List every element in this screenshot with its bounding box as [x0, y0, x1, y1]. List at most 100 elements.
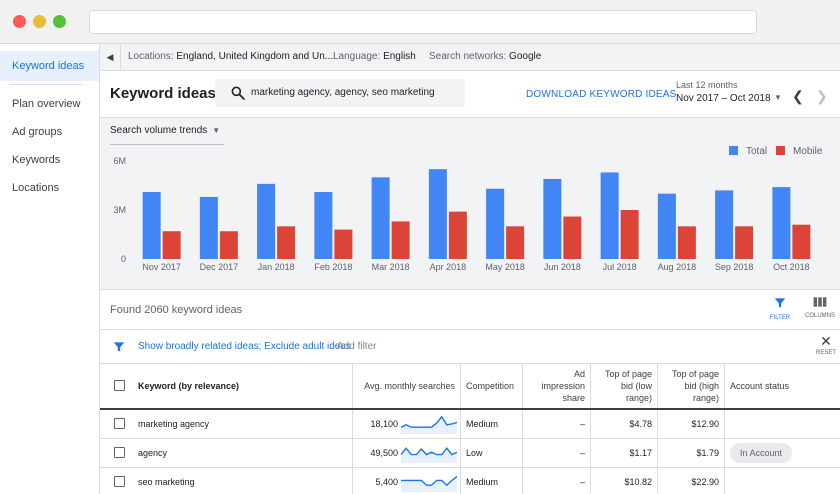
reset-filters-button[interactable]: ✕ RESET — [814, 334, 838, 356]
legend-item-total[interactable]: Total — [729, 146, 767, 157]
table-row[interactable]: marketing agency 18,100 Medium – $4.78 $… — [100, 410, 840, 439]
bar-mobile-apr-2018[interactable] — [448, 211, 467, 259]
trend-sparkline — [401, 415, 457, 434]
avg-searches-value: 49,500 — [370, 448, 398, 458]
x-tick-label: Aug 2018 — [658, 262, 697, 272]
account-status-cell — [725, 468, 840, 494]
bar-total-aug-2018[interactable] — [657, 193, 676, 259]
legend-item-mobile[interactable]: Mobile — [776, 146, 822, 157]
x-tick-label: Feb 2018 — [314, 262, 352, 272]
chart-metric-label: Search volume trends — [110, 125, 208, 136]
address-bar[interactable] — [89, 10, 757, 34]
bar-total-oct-2018[interactable] — [772, 187, 791, 259]
chevron-right-icon[interactable]: ❯ — [816, 88, 828, 105]
column-header-competition[interactable]: Competition — [461, 364, 523, 408]
filter-icon[interactable] — [112, 340, 126, 354]
filter-row: Show broadly related ideas; Exclude adul… — [100, 330, 840, 364]
chart-metric-select[interactable]: Search volume trends ▼ — [110, 125, 225, 145]
sidebar-item-keyword-ideas[interactable]: Keyword ideas — [0, 51, 99, 81]
date-range-select[interactable]: Nov 2017 – Oct 2018 — [676, 93, 771, 104]
column-header-bid-high[interactable]: Top of page bid (high range) — [658, 364, 725, 408]
bid-high-cell: $12.90 — [658, 410, 725, 438]
active-filter-chip[interactable]: Show broadly related ideas; Exclude adul… — [138, 341, 351, 352]
download-keyword-ideas-button[interactable]: DOWNLOAD KEYWORD IDEAS — [526, 89, 677, 100]
bar-mobile-sep-2018[interactable] — [735, 226, 754, 259]
bar-mobile-may-2018[interactable] — [506, 226, 525, 259]
x-tick-label: Jun 2018 — [544, 262, 581, 272]
date-range-label: Last 12 months — [676, 80, 738, 90]
bar-total-mar-2018[interactable] — [371, 177, 390, 259]
bar-total-dec-2017[interactable] — [199, 196, 218, 259]
keyword-search-input[interactable]: marketing agency, agency, seo marketing — [215, 79, 465, 107]
window-minimize-button[interactable] — [33, 15, 46, 28]
window-close-button[interactable] — [13, 15, 26, 28]
bar-total-sep-2018[interactable] — [715, 190, 734, 259]
chevron-left-icon[interactable]: ❮ — [792, 88, 804, 105]
column-header-avg-searches[interactable]: Avg. monthly searches — [353, 364, 461, 408]
sidebar-item-locations[interactable]: Locations — [0, 173, 99, 203]
legend-label-total: Total — [746, 146, 768, 157]
bar-total-jul-2018[interactable] — [600, 172, 619, 259]
competition-cell: Medium — [461, 410, 523, 438]
keyword-cell: marketing agency — [133, 410, 353, 438]
search-networks-setting[interactable]: Search networks: Google — [429, 44, 541, 70]
bar-total-apr-2018[interactable] — [428, 169, 447, 259]
keyword-ideas-table: Keyword (by relevance) Avg. monthly sear… — [100, 364, 840, 494]
language-setting[interactable]: Language: English — [333, 44, 416, 70]
filter-button-label: FILTER — [769, 315, 791, 321]
results-toolbar: Found 2060 keyword ideas FILTER COLUMNS — [100, 290, 840, 330]
row-checkbox[interactable] — [114, 447, 125, 458]
bar-total-feb-2018[interactable] — [314, 192, 333, 259]
y-tick-label: 0 — [121, 254, 126, 264]
bar-mobile-jan-2018[interactable] — [277, 226, 296, 259]
bar-total-jan-2018[interactable] — [257, 183, 276, 259]
legend-swatch-total — [729, 146, 738, 155]
locations-value: England, United Kingdom and Un... — [176, 51, 334, 62]
collapse-sidebar-icon[interactable]: ◀ — [100, 44, 121, 70]
bar-mobile-aug-2018[interactable] — [677, 226, 696, 259]
targeting-summary-bar: ◀ Locations: England, United Kingdom and… — [100, 44, 840, 71]
bar-mobile-dec-2017[interactable] — [219, 231, 238, 259]
columns-button[interactable]: COLUMNS — [800, 296, 840, 326]
bar-mobile-jun-2018[interactable] — [563, 216, 582, 259]
columns-button-label: COLUMNS — [804, 313, 835, 319]
column-header-bid-low[interactable]: Top of page bid (low range) — [591, 364, 658, 408]
bar-total-jun-2018[interactable] — [543, 178, 562, 259]
x-tick-label: Nov 2017 — [142, 262, 181, 272]
sidebar-item-ad-groups[interactable]: Ad groups — [0, 117, 99, 147]
bar-mobile-jul-2018[interactable] — [620, 210, 639, 259]
bar-mobile-mar-2018[interactable] — [391, 221, 410, 259]
bar-total-nov-2017[interactable] — [142, 192, 161, 259]
window-maximize-button[interactable] — [53, 15, 66, 28]
row-checkbox[interactable] — [114, 418, 125, 429]
row-checkbox[interactable] — [114, 476, 125, 487]
keyword-cell: seo marketing — [133, 468, 353, 494]
table-row[interactable]: seo marketing 5,400 Medium – $10.82 $22.… — [100, 468, 840, 494]
bar-mobile-feb-2018[interactable] — [334, 229, 353, 259]
x-tick-label: Jan 2018 — [258, 262, 295, 272]
in-account-badge: In Account — [730, 443, 793, 463]
sidebar-item-keywords[interactable]: Keywords — [0, 145, 99, 175]
avg-searches-value: 18,100 — [370, 419, 398, 429]
bar-total-may-2018[interactable] — [486, 188, 505, 259]
bar-mobile-oct-2018[interactable] — [792, 224, 811, 259]
column-header-keyword[interactable]: Keyword (by relevance) — [133, 364, 353, 408]
add-filter-button[interactable]: Add filter — [337, 341, 376, 352]
y-tick-label: 6M — [113, 156, 126, 166]
results-count: Found 2060 keyword ideas — [110, 304, 243, 316]
select-all-checkbox[interactable] — [114, 380, 125, 391]
locations-setting[interactable]: Locations: England, United Kingdom and U… — [128, 44, 333, 70]
table-row[interactable]: agency 49,500 Low – $1.17 $1.79 In Accou… — [100, 439, 840, 468]
trend-sparkline — [401, 475, 457, 492]
sidebar-item-plan-overview[interactable]: Plan overview — [0, 89, 99, 119]
bid-low-cell: $10.82 — [591, 468, 658, 494]
filter-button[interactable]: FILTER — [760, 296, 800, 326]
avg-searches-cell: 49,500 — [353, 439, 461, 467]
date-range-caret-icon[interactable]: ▼ — [774, 93, 782, 102]
x-tick-label: Oct 2018 — [773, 262, 810, 272]
locations-label: Locations: — [128, 51, 174, 62]
x-tick-label: Jul 2018 — [603, 262, 637, 272]
bar-mobile-nov-2017[interactable] — [162, 231, 181, 259]
column-header-account-status[interactable]: Account status — [725, 364, 840, 408]
column-header-ad-impression-share[interactable]: Ad impression share — [523, 364, 591, 408]
